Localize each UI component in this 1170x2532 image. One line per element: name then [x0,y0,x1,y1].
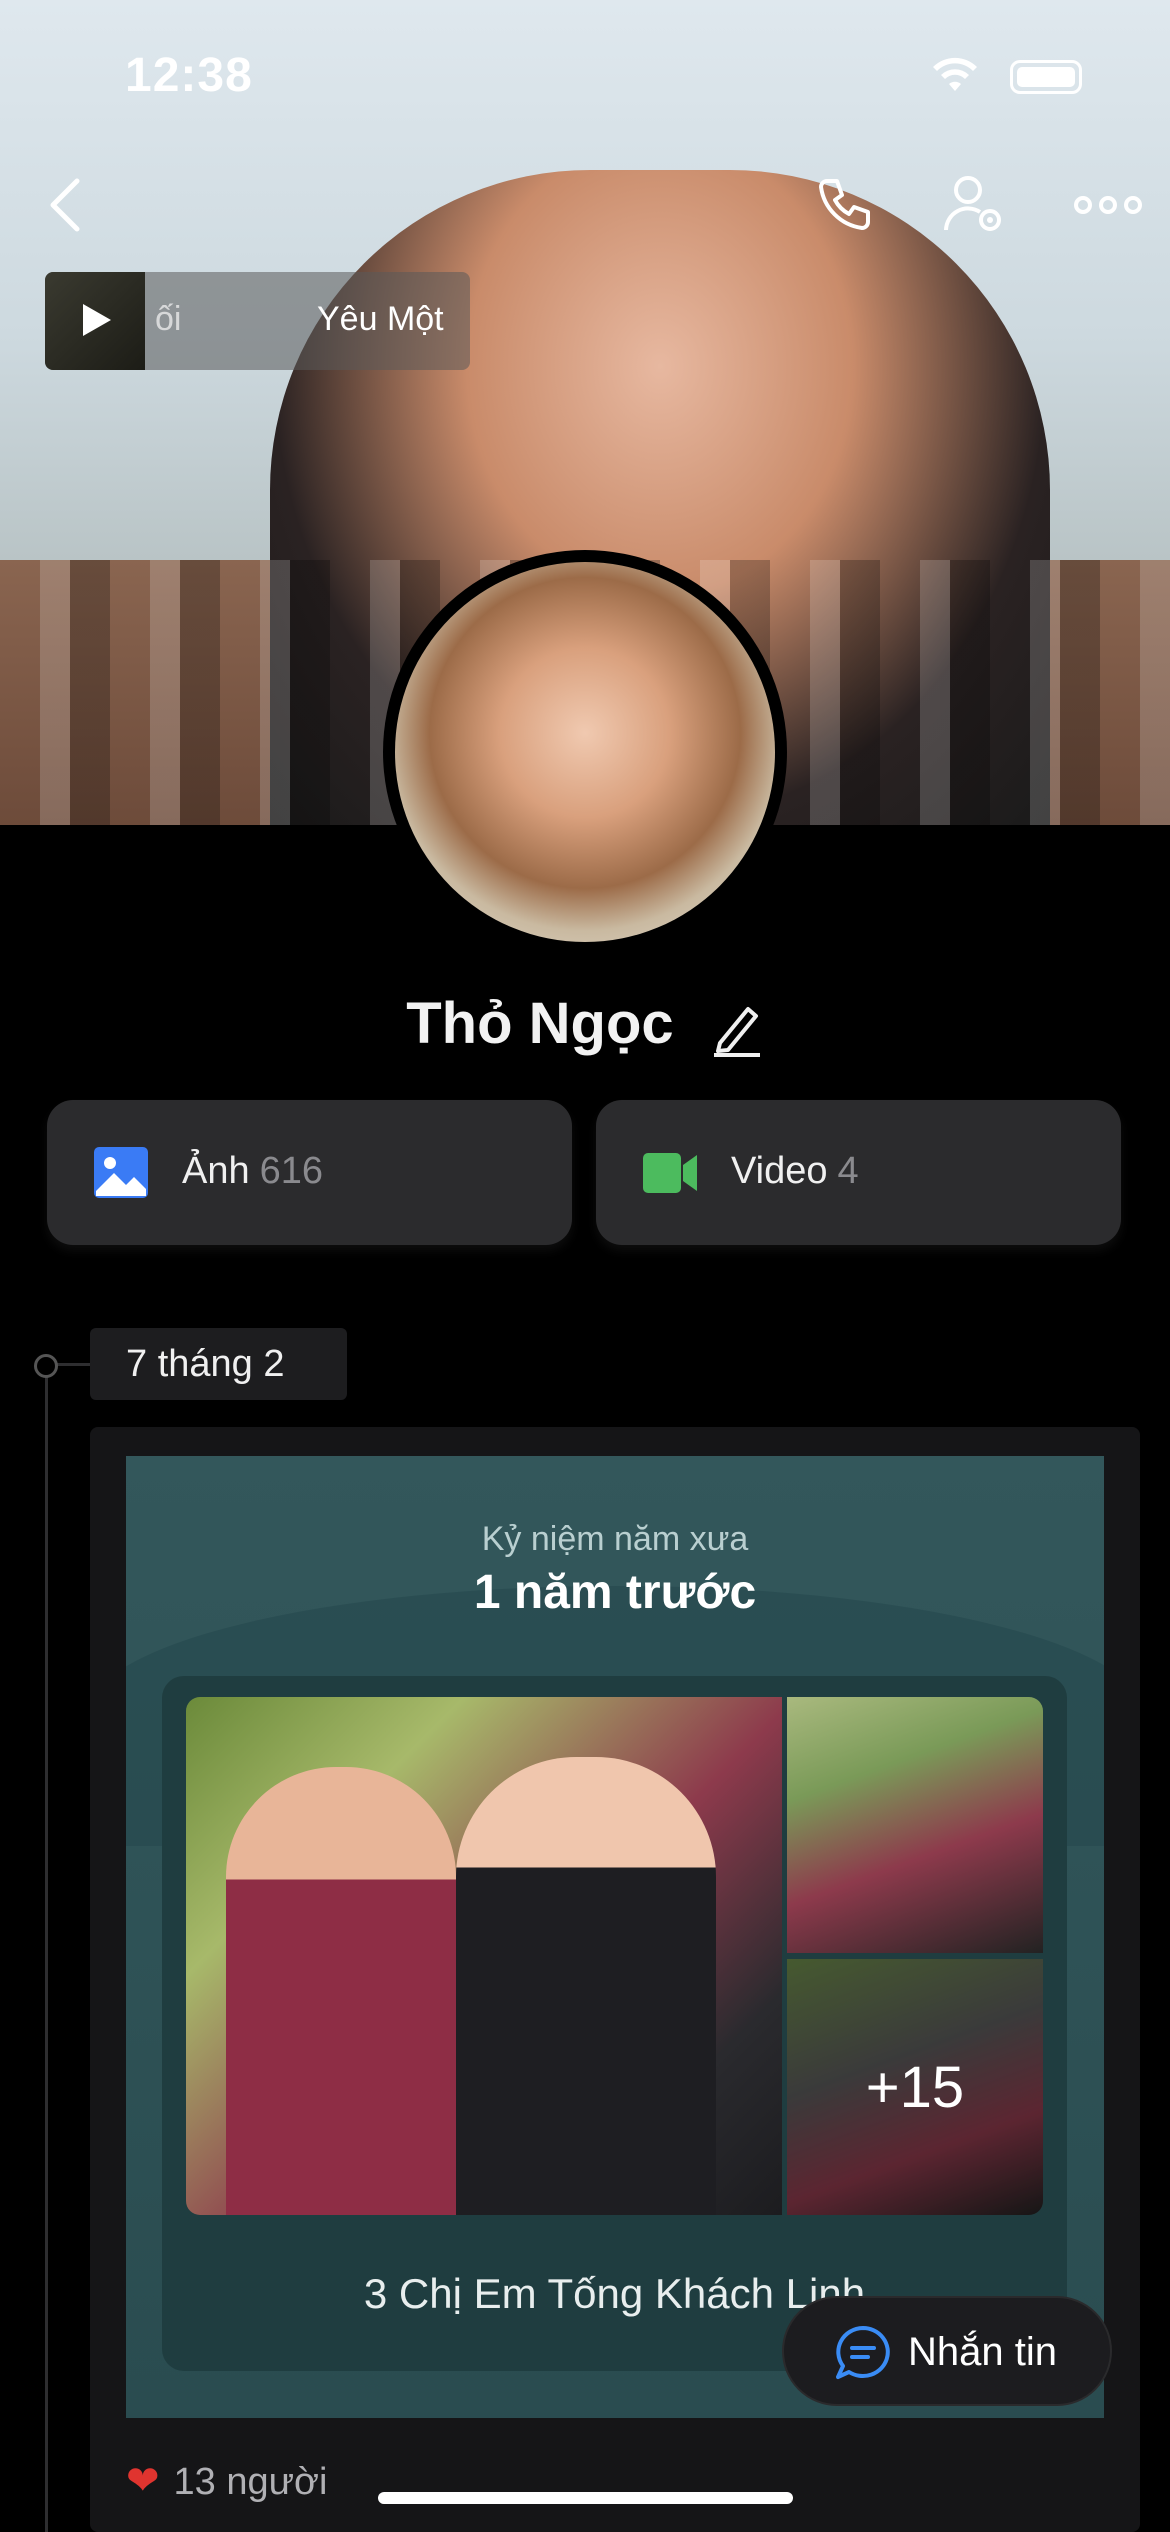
likes-row[interactable]: ❤ 13 người [126,2458,327,2504]
avatar-photo [395,562,775,942]
album-photo-main[interactable] [186,1697,782,2215]
more-options-icon[interactable] [1068,170,1148,240]
video-camera-icon [643,1153,697,1193]
wifi-icon [933,57,977,91]
more-photos-count: +15 [865,2055,965,2120]
timeline-date: 7 tháng 2 [90,1328,347,1400]
edit-pencil-icon[interactable] [710,999,764,1057]
memory-subtitle: Kỷ niệm năm xưa [481,1520,749,1558]
play-icon[interactable] [75,300,115,340]
music-title: Yêu Một [317,300,444,338]
profile-music-chip[interactable]: ối Yêu Một [45,272,470,370]
heart-icon: ❤ [126,2459,160,2503]
photo-person-right [456,1757,716,2215]
photos-tile[interactable]: Ảnh 616 [47,1100,572,1245]
videos-tile[interactable]: Video 4 [596,1100,1121,1245]
home-indicator[interactable] [378,2492,793,2504]
videos-label: Video [731,1150,828,1192]
album-photo-bottom-right[interactable]: +15 [787,1959,1043,2215]
message-button[interactable]: Nhắn tin [782,2296,1112,2406]
battery-icon [1010,60,1082,94]
chat-bubble-icon [836,2326,890,2379]
memory-title: 1 năm trước [473,1566,757,1619]
message-button-label: Nhắn tin [908,2330,1057,2374]
profile-name-row: Thỏ Ngọc [0,990,1170,1057]
likes-count: 13 người [173,2461,328,2503]
phone-icon[interactable] [808,170,878,240]
album-photo-top-right[interactable] [787,1697,1043,1953]
videos-count: 4 [837,1150,859,1192]
photo-person-left [226,1767,456,2215]
timeline-dot [34,1354,58,1378]
avatar[interactable] [383,550,787,954]
image-icon [94,1147,148,1198]
photos-count: 616 [259,1150,324,1192]
music-title-scroll: ối [155,300,182,338]
user-settings-icon[interactable] [940,170,1010,240]
status-time: 12:38 [125,49,253,102]
photos-label: Ảnh [182,1150,250,1192]
profile-name: Thỏ Ngọc [406,991,674,1056]
back-chevron-icon[interactable] [30,170,100,240]
